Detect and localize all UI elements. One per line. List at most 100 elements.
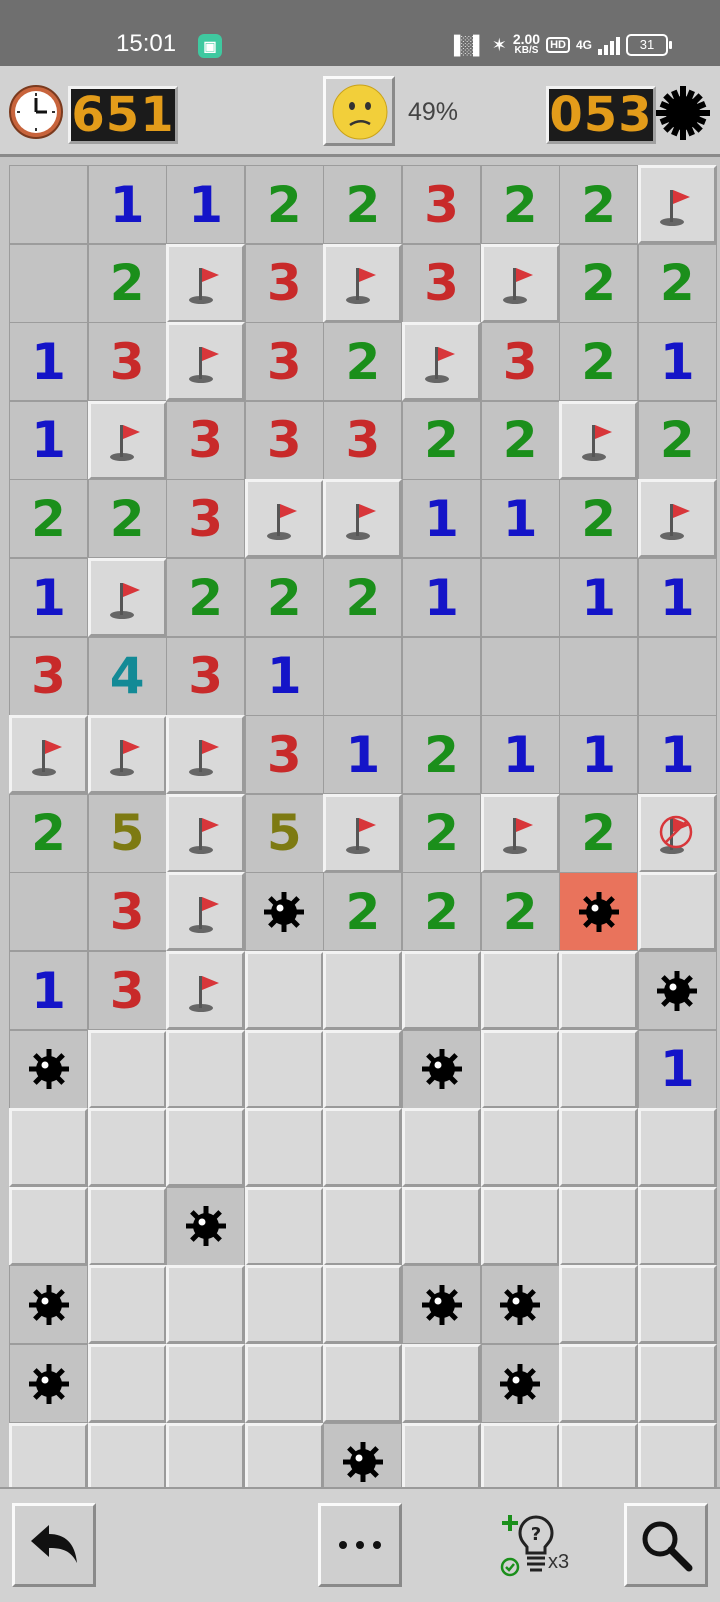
closed-cell[interactable] [244,951,324,1030]
flagged-cell[interactable] [323,793,403,873]
number-cell[interactable]: 1 [244,636,324,716]
flagged-cell[interactable] [402,322,481,402]
number-cell[interactable]: 2 [559,243,639,323]
flagged-cell[interactable] [166,715,246,795]
closed-cell[interactable] [637,1186,717,1266]
flagged-cell[interactable] [87,715,167,795]
closed-cell[interactable] [323,951,403,1030]
closed-cell[interactable] [244,1344,324,1423]
closed-cell[interactable] [166,1029,246,1109]
number-cell[interactable]: 1 [166,165,246,244]
closed-cell[interactable] [166,1265,246,1345]
number-cell[interactable]: 1 [402,479,481,559]
number-cell[interactable]: 2 [323,322,403,402]
number-cell[interactable]: 2 [323,558,403,637]
flagged-cell[interactable] [87,400,167,480]
closed-cell[interactable] [480,1186,560,1266]
mine-cell[interactable] [402,1029,481,1109]
closed-cell[interactable] [87,1344,167,1423]
number-cell[interactable]: 2 [87,479,167,559]
number-cell[interactable]: 2 [559,322,639,402]
closed-cell[interactable] [402,951,481,1030]
number-cell[interactable]: 3 [402,243,481,323]
number-cell[interactable]: 3 [166,479,246,559]
flagged-cell[interactable] [480,243,560,323]
exploded-mine-cell[interactable] [559,872,639,952]
closed-cell[interactable] [637,1422,717,1487]
flagged-cell[interactable] [637,165,717,244]
number-cell[interactable]: 2 [559,793,639,873]
number-cell[interactable]: 3 [87,872,167,952]
closed-cell[interactable] [323,1029,403,1109]
more-button[interactable] [318,1503,402,1587]
closed-cell[interactable] [480,1029,560,1109]
closed-cell[interactable] [323,1265,403,1345]
closed-cell[interactable] [323,1108,403,1188]
closed-cell[interactable] [637,1344,717,1423]
closed-cell[interactable] [559,1422,639,1487]
closed-cell[interactable] [9,1422,88,1487]
mine-cell[interactable] [244,872,324,952]
number-cell[interactable]: 3 [480,322,560,402]
number-cell[interactable]: 2 [402,872,481,952]
closed-cell[interactable] [480,1108,560,1188]
flagged-cell[interactable] [166,322,246,402]
flagged-cell[interactable] [323,479,403,559]
number-cell[interactable]: 2 [559,165,639,244]
number-cell[interactable]: 1 [637,715,717,795]
number-cell[interactable]: 2 [402,715,481,795]
closed-cell[interactable] [637,1108,717,1188]
number-cell[interactable]: 3 [87,322,167,402]
mine-cell[interactable] [480,1344,560,1423]
number-cell[interactable]: 1 [637,1029,717,1109]
closed-cell[interactable] [244,1029,324,1109]
closed-cell[interactable] [87,1265,167,1345]
number-cell[interactable]: 1 [637,558,717,637]
closed-cell[interactable] [637,1265,717,1345]
closed-cell[interactable] [402,1108,481,1188]
closed-cell[interactable] [244,1186,324,1266]
closed-cell[interactable] [166,1422,246,1487]
closed-cell[interactable] [637,872,717,952]
flagged-cell[interactable] [559,400,639,480]
zoom-button[interactable] [624,1503,708,1587]
undo-button[interactable] [12,1503,96,1587]
closed-cell[interactable] [402,1422,481,1487]
number-cell[interactable]: 2 [9,479,88,559]
mine-cell[interactable] [402,1265,481,1345]
number-cell[interactable]: 2 [244,558,324,637]
number-cell[interactable]: 2 [480,165,560,244]
closed-cell[interactable] [480,951,560,1030]
closed-cell[interactable] [9,1186,88,1266]
empty-cell[interactable] [9,165,88,244]
mine-cell[interactable] [637,951,717,1030]
empty-cell[interactable] [637,636,717,716]
closed-cell[interactable] [559,951,639,1030]
closed-cell[interactable] [559,1265,639,1345]
closed-cell[interactable] [244,1422,324,1487]
number-cell[interactable]: 1 [9,558,88,637]
number-cell[interactable]: 2 [637,243,717,323]
empty-cell[interactable] [323,636,403,716]
number-cell[interactable]: 3 [244,715,324,795]
number-cell[interactable]: 3 [9,636,88,716]
closed-cell[interactable] [87,1422,167,1487]
closed-cell[interactable] [402,1344,481,1423]
empty-cell[interactable] [402,636,481,716]
number-cell[interactable]: 1 [323,715,403,795]
empty-cell[interactable] [480,558,560,637]
empty-cell[interactable] [480,636,560,716]
number-cell[interactable]: 1 [559,558,639,637]
mine-cell[interactable] [9,1265,88,1345]
number-cell[interactable]: 2 [323,872,403,952]
flagged-cell[interactable] [166,951,246,1030]
number-cell[interactable]: 3 [244,400,324,480]
closed-cell[interactable] [323,1344,403,1423]
number-cell[interactable]: 3 [402,165,481,244]
closed-cell[interactable] [559,1029,639,1109]
closed-cell[interactable] [559,1186,639,1266]
empty-cell[interactable] [9,872,88,952]
number-cell[interactable]: 1 [637,322,717,402]
number-cell[interactable]: 1 [480,715,560,795]
flagged-cell[interactable] [87,558,167,637]
